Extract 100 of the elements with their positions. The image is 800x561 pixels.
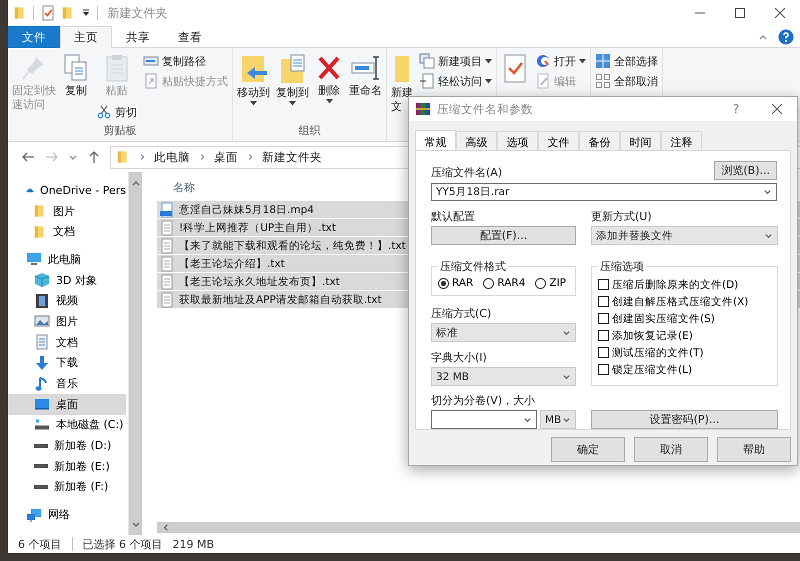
field-label: 更新方式(U) (591, 210, 653, 224)
dictionary-dropdown[interactable]: 32 MB (431, 367, 576, 386)
checkbox-icon[interactable] (598, 296, 609, 307)
ribbon-button[interactable]: 删除 (313, 52, 345, 105)
checkbox-icon[interactable] (598, 364, 609, 375)
chevron-icon (161, 523, 170, 532)
checkbox-option[interactable]: 测试压缩的文件(T) (598, 344, 771, 361)
ribbon-button[interactable]: 剪切 (94, 103, 139, 121)
caret-icon (250, 101, 257, 106)
nav-item[interactable]: 下载 (8, 352, 126, 374)
checked-document-icon[interactable] (40, 5, 56, 21)
nav-item[interactable]: 网络 (8, 504, 126, 525)
nav-item[interactable]: 新加卷 (D:) (8, 435, 126, 456)
minimize-icon (695, 12, 705, 14)
radio-icon[interactable] (483, 278, 494, 288)
caret-icon (326, 99, 332, 104)
help-icon[interactable] (778, 28, 794, 44)
group-label: 压缩选项 (598, 259, 646, 274)
scrollbar[interactable] (128, 172, 142, 535)
close-icon (775, 8, 785, 18)
dialog-button[interactable]: 确定 (551, 437, 625, 462)
ribbon-tab[interactable]: 查看 (164, 26, 216, 48)
nav-item[interactable]: 音乐 (8, 373, 126, 394)
breadcrumb[interactable]: 桌面 (214, 150, 238, 164)
ribbon-button[interactable]: 全部取消 (593, 72, 660, 90)
checkbox-icon[interactable] (598, 279, 609, 290)
ribbon-button[interactable]: 全部选择 (593, 52, 660, 70)
update-mode-dropdown[interactable]: 添加并替换文件 (591, 226, 778, 245)
nav-item[interactable]: 图片 (8, 311, 126, 332)
checkbox-icon[interactable] (598, 347, 609, 358)
breadcrumb[interactable]: 此电脑 (154, 150, 190, 164)
ribbon-button[interactable]: 复制到 (274, 52, 311, 107)
ribbon-tab[interactable]: 主页 (60, 26, 112, 48)
drive-icon (34, 419, 50, 430)
scrollbar[interactable] (157, 522, 800, 533)
ribbon-button[interactable]: 重命名 (347, 52, 384, 99)
nav-item[interactable]: 文档 (8, 221, 126, 242)
radio-option[interactable]: ZIP (535, 277, 566, 289)
nav-item[interactable]: 本地磁盘 (C:) (8, 414, 126, 436)
ribbon-button[interactable]: 移动到 (235, 52, 272, 107)
status-text: 已选择 6 个项目 (82, 536, 162, 552)
dialog-tab[interactable]: 文件 (538, 131, 579, 150)
checkbox-icon[interactable] (598, 330, 609, 341)
checkbox-option[interactable]: 添加恢复记录(E) (598, 327, 771, 344)
group-label: 剪贴板 (102, 123, 138, 139)
dropdown-icon[interactable] (80, 8, 91, 18)
radio-option[interactable]: RAR4 (483, 277, 526, 289)
dialog-button[interactable]: 帮助 (717, 437, 791, 462)
ribbon-button[interactable]: 复制 (60, 52, 92, 99)
nav-item[interactable]: 视频 (8, 290, 126, 312)
checkbox-option[interactable]: 创建自解压格式压缩文件(X) (598, 293, 771, 310)
nav-item[interactable]: 新加卷 (F:) (8, 476, 126, 498)
ribbon-button[interactable]: 打开 (533, 52, 588, 70)
close-icon (772, 104, 782, 114)
drive-icon (34, 464, 48, 468)
dialog-button[interactable]: 取消 (634, 437, 708, 462)
split-size-field[interactable] (431, 410, 537, 429)
network-icon (26, 506, 42, 523)
method-dropdown[interactable]: 标准 (431, 323, 576, 342)
radio-option[interactable]: RAR (438, 277, 474, 289)
nav-item[interactable]: 新加卷 (E:) (8, 456, 126, 477)
edit-icon (535, 73, 551, 89)
help-button[interactable]: ? (721, 102, 751, 116)
ribbon-tab[interactable]: 文件 (8, 26, 60, 48)
archive-name-field[interactable]: YY5月18日.rar (431, 182, 777, 201)
browse-button[interactable]: 浏览(B)... (714, 160, 777, 180)
document-icon (419, 73, 435, 89)
folder-icon (394, 53, 410, 85)
checkbox-option[interactable]: 锁定压缩文件(L) (598, 361, 771, 378)
dialog-tab[interactable]: 时间 (620, 131, 661, 150)
password-button[interactable]: 设置密码(P)... (591, 410, 778, 429)
dialog-tab[interactable]: 注释 (661, 131, 702, 150)
ribbon-button[interactable]: 轻松访问 (417, 72, 494, 90)
radio-icon[interactable] (535, 278, 546, 288)
ribbon-button[interactable]: 复制路径 (141, 52, 230, 70)
nav-item[interactable]: 文档 (8, 332, 126, 352)
dialog-tab[interactable]: 高级 (456, 131, 497, 150)
music-note-icon (34, 376, 50, 392)
field-label: 字典大小(I) (431, 351, 488, 365)
breadcrumb[interactable]: 新建文件夹 (262, 150, 322, 164)
checkbox-option[interactable]: 创建固实压缩文件(S) (598, 310, 771, 327)
cloud-icon (26, 186, 34, 195)
radio-icon[interactable] (438, 278, 449, 288)
nav-item[interactable]: 3D 对象 (8, 270, 126, 290)
film-icon (34, 292, 50, 309)
ribbon-tab[interactable]: 共享 (112, 26, 164, 48)
checkbox-icon[interactable] (598, 313, 609, 324)
maximize-icon (735, 8, 745, 18)
dialog-tab[interactable]: 选项 (497, 131, 538, 150)
nav-item[interactable]: 桌面 (8, 394, 126, 415)
field-label: 压缩文件名(A) (431, 166, 502, 180)
unit-dropdown[interactable]: MB (540, 410, 576, 429)
nav-item[interactable]: OneDrive - Pers (8, 180, 126, 201)
dialog-tab[interactable]: 备份 (579, 131, 620, 150)
checkbox-option[interactable]: 压缩后删除原来的文件(D) (598, 276, 771, 293)
ribbon-button[interactable]: 新建项目 (417, 52, 494, 70)
nav-item[interactable]: 此电脑 (8, 249, 126, 270)
dialog-tab[interactable]: 常规 (415, 130, 456, 151)
nav-item[interactable]: 图片 (8, 200, 126, 222)
profiles-button[interactable]: 配置(F)... (431, 226, 576, 245)
